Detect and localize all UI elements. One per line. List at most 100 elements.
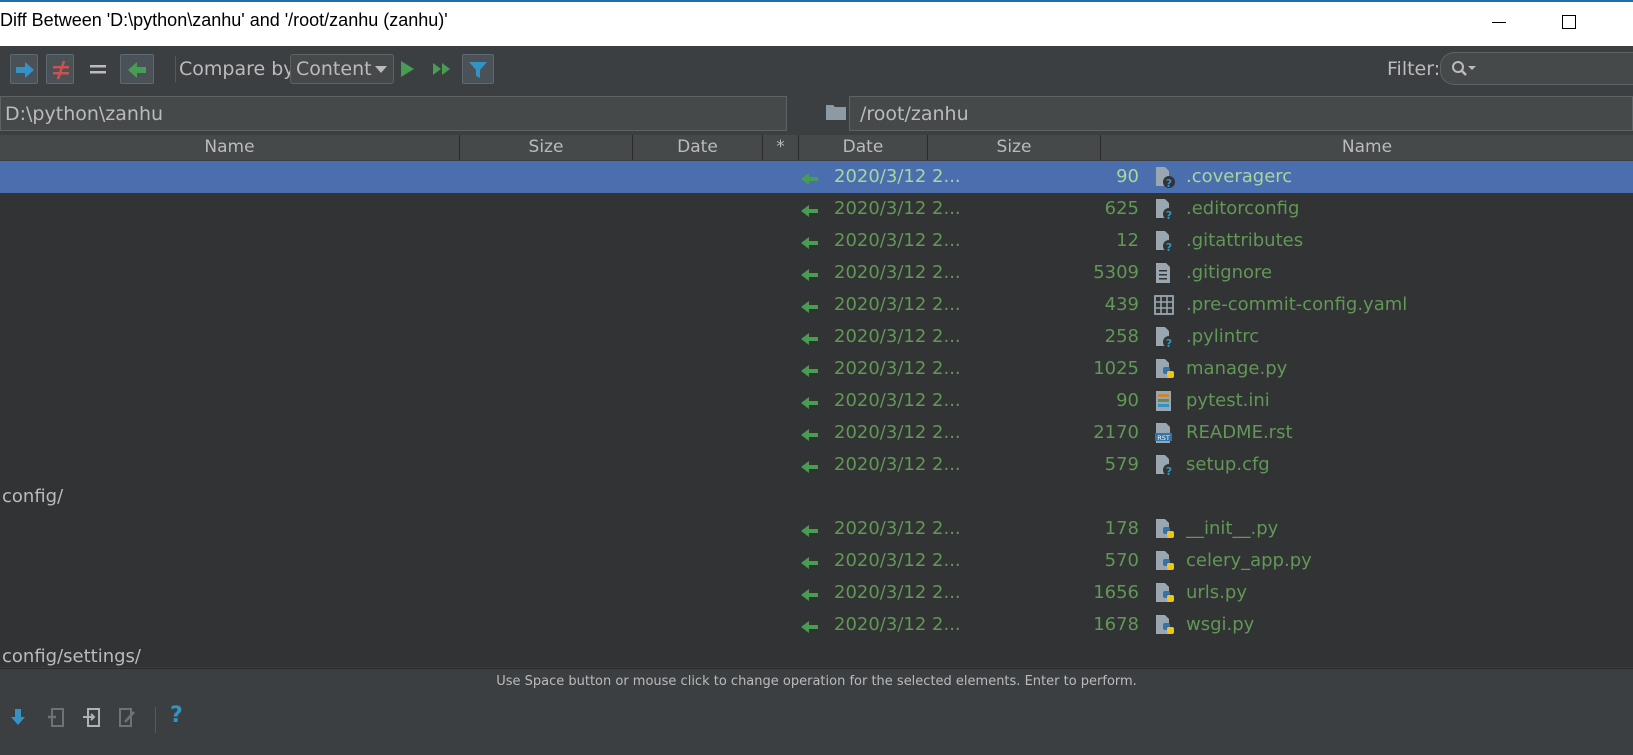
- bottom-toolbar: ?: [0, 695, 1633, 755]
- arrow-right-icon: [16, 62, 34, 78]
- chevron-down-icon: [375, 66, 387, 73]
- compare-by-select[interactable]: Content: [290, 54, 394, 84]
- row-date: 2020/3/12 2...: [834, 198, 961, 219]
- edit-icon[interactable]: [117, 707, 137, 729]
- copy-to-left-arrow-icon[interactable]: [800, 300, 820, 314]
- table-row[interactable]: 2020/3/12 2... 12? .gitattributes: [0, 225, 1633, 257]
- copy-to-left-arrow-icon[interactable]: [800, 588, 820, 602]
- row-date: 2020/3/12 2...: [834, 390, 961, 411]
- table-row[interactable]: 2020/3/12 2... 579? setup.cfg: [0, 449, 1633, 481]
- copy-to-left-arrow-icon[interactable]: [800, 396, 820, 410]
- right-size-header[interactable]: Size: [928, 135, 1101, 160]
- svg-text:RST: RST: [1157, 434, 1170, 442]
- folder-icon[interactable]: [825, 103, 847, 121]
- copy-to-left-arrow-icon[interactable]: [800, 428, 820, 442]
- row-size: 90: [1116, 390, 1139, 411]
- row-date: 2020/3/12 2...: [834, 518, 961, 539]
- show-equal-toggle[interactable]: [84, 54, 112, 84]
- row-size: 1656: [1093, 582, 1139, 603]
- show-right-only-toggle[interactable]: [120, 54, 154, 84]
- copy-to-left-arrow-icon[interactable]: [800, 332, 820, 346]
- copy-to-left-arrow-icon[interactable]: [800, 364, 820, 378]
- show-left-only-toggle[interactable]: [10, 54, 38, 84]
- row-date: 2020/3/12 2...: [834, 262, 961, 283]
- left-name-header[interactable]: Name: [0, 135, 460, 160]
- right-path-field[interactable]: /root/zanhu: [849, 96, 1633, 131]
- copy-to-left-arrow-icon[interactable]: [800, 524, 820, 538]
- svg-text:?: ?: [1166, 241, 1172, 253]
- ini-file-icon: [1156, 391, 1171, 411]
- synchronize-all-button[interactable]: [428, 54, 456, 84]
- unknown-file-icon: ?: [1156, 199, 1175, 221]
- copy-to-right-icon[interactable]: [82, 707, 102, 729]
- table-row[interactable]: 2020/3/12 2... 1656 urls.py: [0, 577, 1633, 609]
- download-arrow-icon[interactable]: [8, 707, 28, 729]
- table-row[interactable]: 2020/3/12 2... 90? .coveragerc: [0, 161, 1633, 193]
- search-icon: [1452, 61, 1476, 76]
- arrow-left-icon: [128, 62, 146, 78]
- play-icon: [401, 61, 414, 77]
- table-header: Name Size Date * Date Size Name: [0, 135, 1633, 160]
- table-row[interactable]: 2020/3/12 2... 1025 manage.py: [0, 353, 1633, 385]
- table-row[interactable]: 2020/3/12 2... 625? .editorconfig: [0, 193, 1633, 225]
- left-size-header[interactable]: Size: [460, 135, 633, 160]
- table-row[interactable]: 2020/3/12 2... 5309 .gitignore: [0, 257, 1633, 289]
- equal-icon: [90, 65, 106, 74]
- row-file-name: .editorconfig: [1186, 198, 1300, 219]
- row-size: 579: [1104, 454, 1139, 475]
- filter-toggle-button[interactable]: [462, 54, 494, 84]
- synchronize-selected-button[interactable]: [393, 54, 421, 84]
- help-icon[interactable]: ?: [170, 703, 183, 728]
- left-path-value: D:\python\zanhu: [5, 103, 164, 125]
- copy-to-left-arrow-icon[interactable]: [800, 556, 820, 570]
- filter-label: Filter:: [1387, 58, 1441, 80]
- filter-input[interactable]: [1440, 52, 1633, 85]
- minimize-button[interactable]: [1490, 12, 1510, 32]
- row-file-name: README.rst: [1186, 422, 1293, 443]
- row-size: 90: [1116, 166, 1139, 187]
- toolbar-separator: [175, 56, 176, 82]
- python-file-icon: [1156, 519, 1174, 538]
- row-date: 2020/3/12 2...: [834, 294, 961, 315]
- python-file-icon: [1156, 583, 1174, 602]
- row-size: 570: [1104, 550, 1139, 571]
- python-file-icon: [1156, 359, 1174, 378]
- row-size: 1678: [1093, 614, 1139, 635]
- table-row[interactable]: 2020/3/12 2... 439 .pre-commit-config.yaml: [0, 289, 1633, 321]
- copy-to-left-arrow-icon[interactable]: [800, 268, 820, 282]
- copy-to-left-arrow-icon[interactable]: [800, 620, 820, 634]
- row-file-name: wsgi.py: [1186, 614, 1255, 635]
- python-file-icon: [1156, 615, 1174, 634]
- operation-column-header[interactable]: *: [763, 135, 799, 160]
- compare-by-value: Content: [296, 58, 372, 80]
- show-different-toggle[interactable]: [46, 54, 74, 84]
- maximize-button[interactable]: [1560, 12, 1580, 32]
- row-date: 2020/3/12 2...: [834, 358, 961, 379]
- directory-row[interactable]: config/settings/: [2, 646, 141, 667]
- left-date-header[interactable]: Date: [633, 135, 763, 160]
- table-row[interactable]: 2020/3/12 2... 1678 wsgi.py: [0, 609, 1633, 641]
- row-date: 2020/3/12 2...: [834, 166, 961, 187]
- row-file-name: .pylintrc: [1186, 326, 1260, 347]
- unknown-file-icon: ?: [1156, 231, 1175, 253]
- row-size: 5309: [1093, 262, 1139, 283]
- copy-to-left-arrow-icon[interactable]: [800, 460, 820, 474]
- copy-to-left-arrow-icon[interactable]: [800, 236, 820, 250]
- row-file-name: celery_app.py: [1186, 550, 1312, 571]
- right-name-header[interactable]: Name: [1101, 135, 1633, 160]
- right-path-value: /root/zanhu: [860, 103, 969, 125]
- row-file-name: .gitignore: [1186, 262, 1273, 283]
- table-row[interactable]: 2020/3/12 2... 2170 RST README.rst: [0, 417, 1633, 449]
- left-path-field[interactable]: D:\python\zanhu: [0, 96, 787, 131]
- right-date-header[interactable]: Date: [799, 135, 928, 160]
- table-row[interactable]: 2020/3/12 2... 90 pytest.ini: [0, 385, 1633, 417]
- table-row[interactable]: 2020/3/12 2... 570 celery_app.py: [0, 545, 1633, 577]
- directory-row[interactable]: config/: [2, 486, 63, 507]
- copy-to-left-icon[interactable]: [46, 707, 66, 729]
- row-size: 625: [1104, 198, 1139, 219]
- row-date: 2020/3/12 2...: [834, 550, 961, 571]
- table-row[interactable]: 2020/3/12 2... 178 __init__.py: [0, 513, 1633, 545]
- table-row[interactable]: 2020/3/12 2... 258? .pylintrc: [0, 321, 1633, 353]
- copy-to-left-arrow-icon[interactable]: [800, 172, 820, 186]
- copy-to-left-arrow-icon[interactable]: [800, 204, 820, 218]
